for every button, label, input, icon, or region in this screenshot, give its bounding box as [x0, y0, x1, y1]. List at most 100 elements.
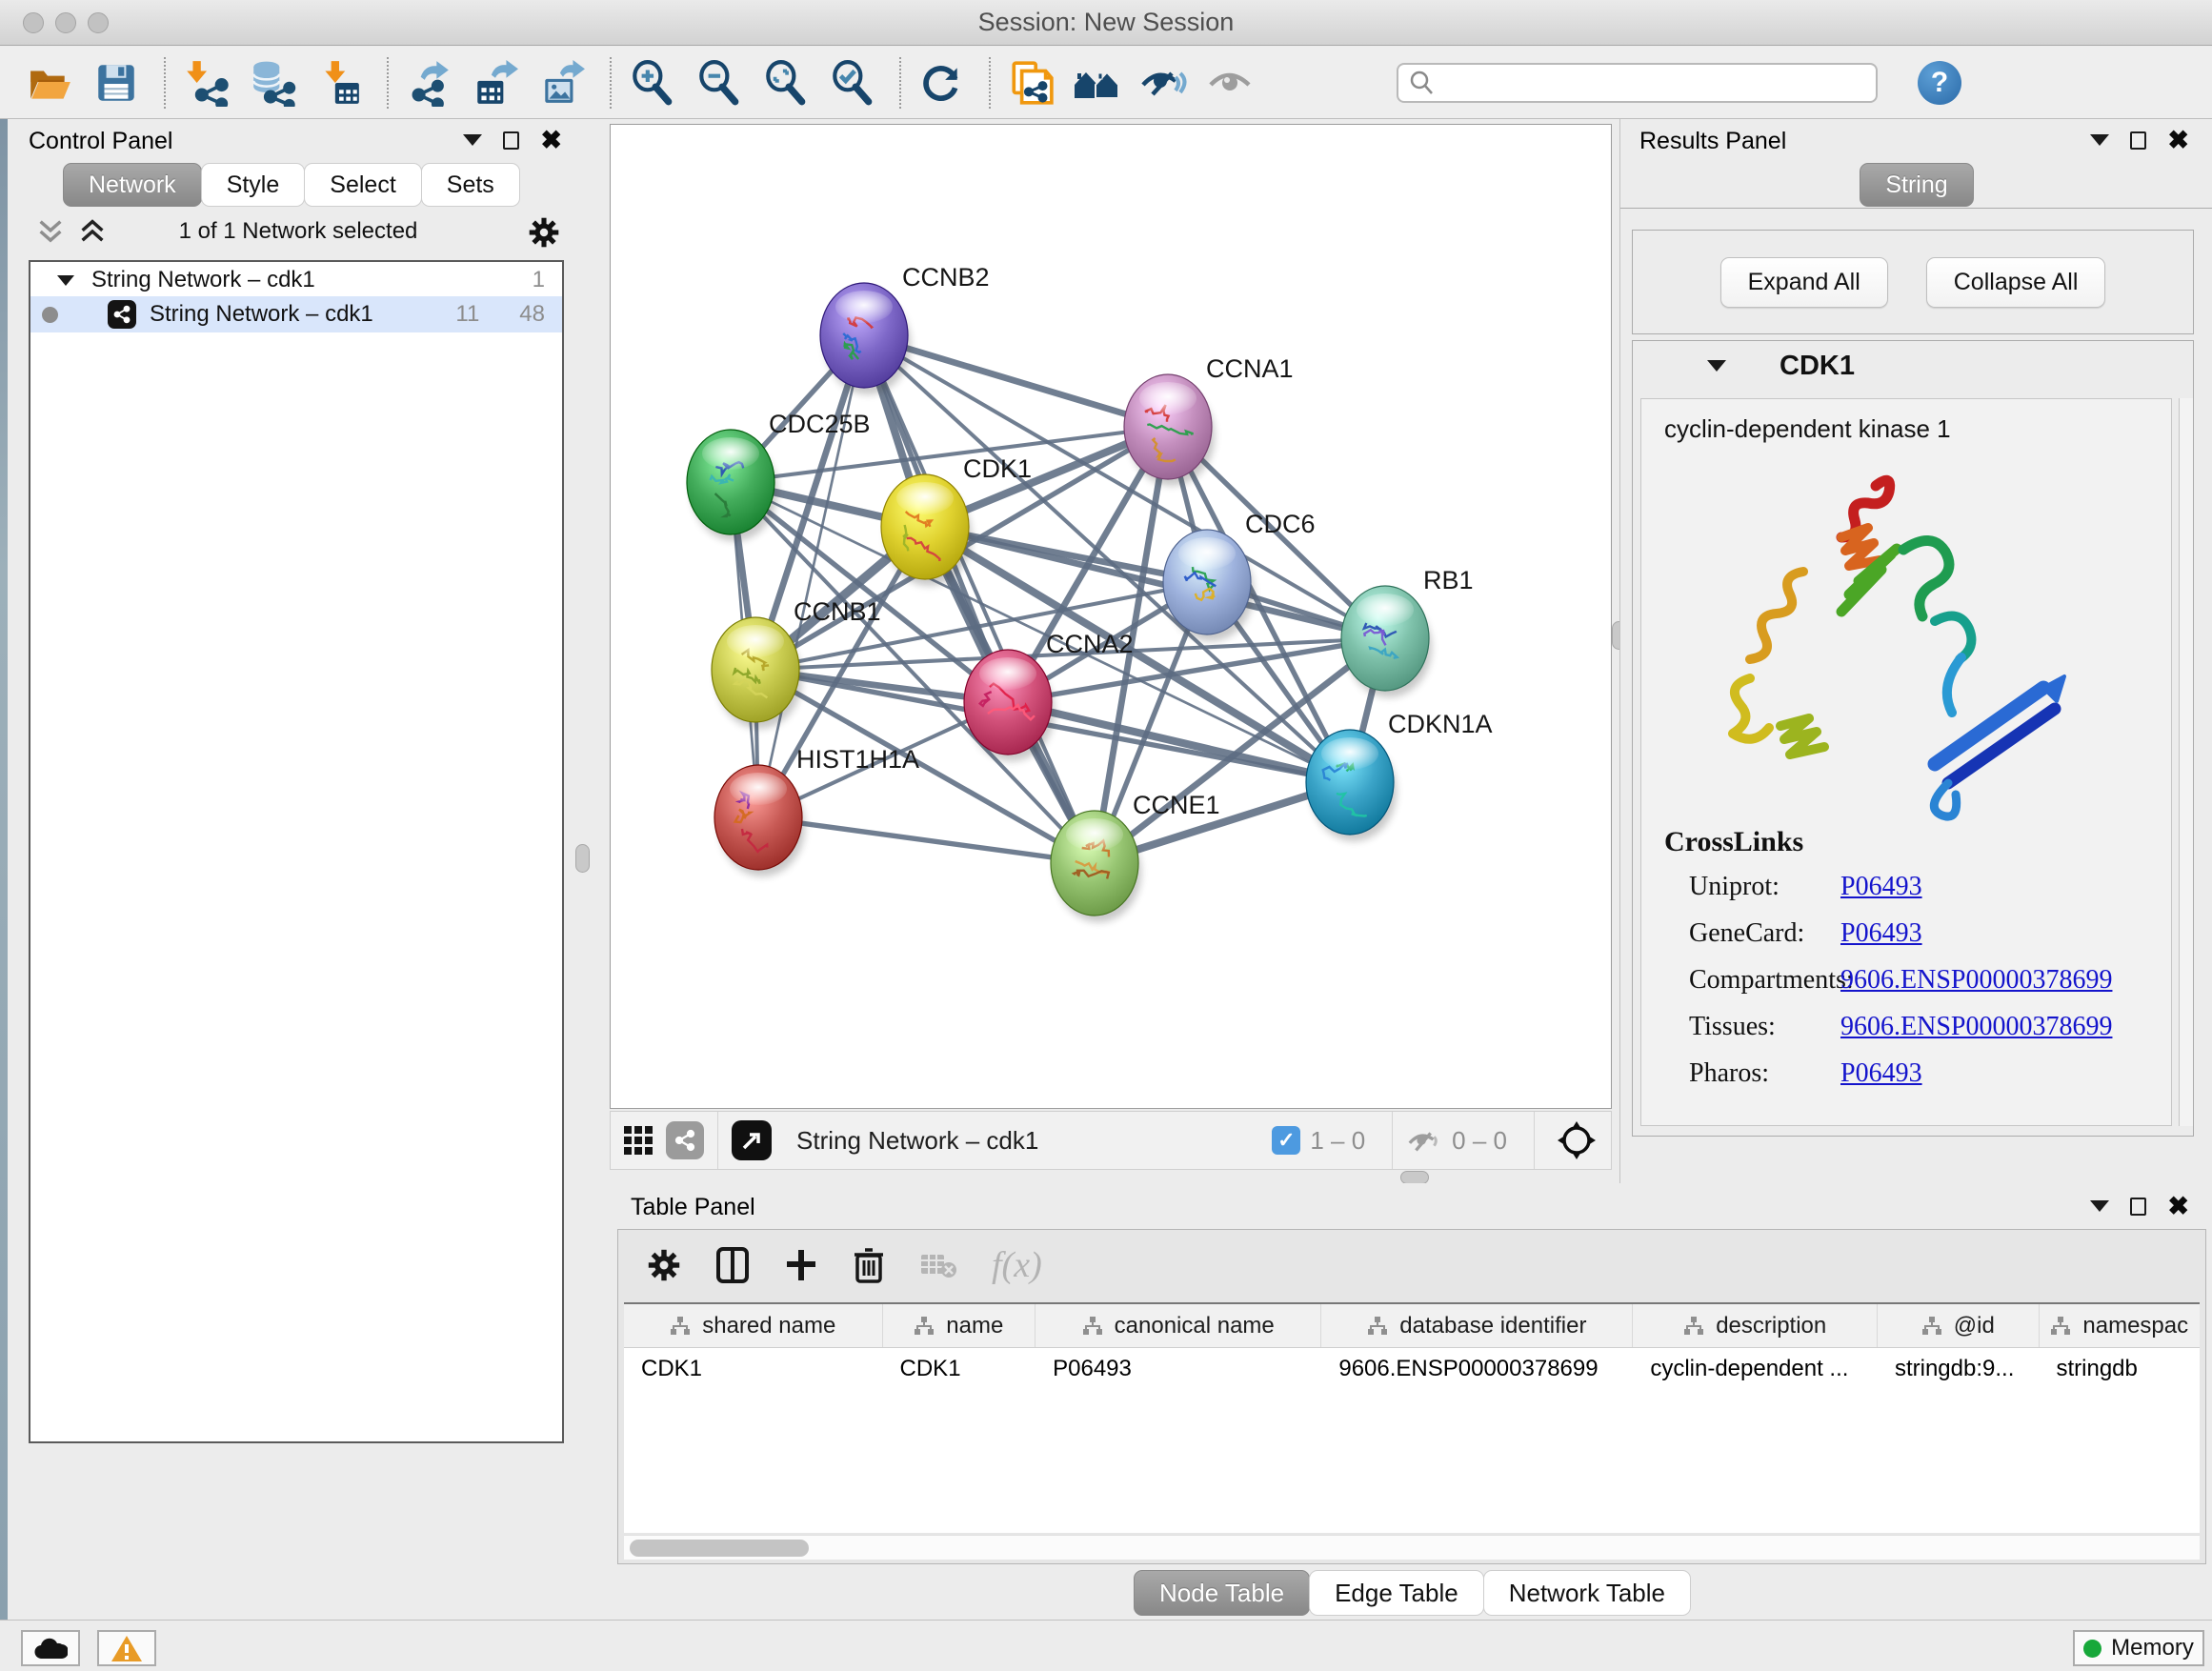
- collection-count: 1: [533, 267, 545, 293]
- birdseye-navigator-icon[interactable]: [1556, 1119, 1598, 1161]
- float-panel-icon[interactable]: [503, 131, 519, 150]
- help-button[interactable]: ?: [1918, 61, 1961, 105]
- network-canvas[interactable]: CCNB2CCNA1CDC25BCDK1CDC6RB1CCNB1CCNA2CDK…: [610, 124, 1612, 1109]
- crosslink-link[interactable]: 9606.ENSP00000378699: [1840, 1012, 2112, 1042]
- tab-node-table[interactable]: Node Table: [1134, 1570, 1310, 1616]
- window-title: Session: New Session: [0, 0, 2212, 44]
- panel-menu-icon[interactable]: [463, 134, 482, 146]
- grid-view-icon[interactable]: [624, 1126, 653, 1155]
- protein-description: cyclin-dependent kinase 1: [1641, 399, 2171, 444]
- close-panel-icon[interactable]: ✖: [2167, 131, 2189, 150]
- show-all-button[interactable]: [1206, 58, 1256, 108]
- clone-network-button[interactable]: [1006, 58, 1056, 108]
- protein-section-header[interactable]: CDK1: [1633, 341, 2193, 391]
- zoom-out-button[interactable]: [694, 58, 743, 108]
- close-panel-icon[interactable]: ✖: [540, 131, 562, 150]
- crosslink-label: Uniprot:: [1664, 872, 1840, 902]
- import-network-button[interactable]: [181, 58, 231, 108]
- tab-sets[interactable]: Sets: [421, 163, 520, 207]
- section-expander-icon[interactable]: [1707, 360, 1726, 372]
- table-panel: Table Panel ✖ f(x) shared name name cano…: [589, 1183, 2212, 1620]
- column-header[interactable]: @id: [1878, 1304, 2039, 1347]
- open-session-button[interactable]: [25, 58, 74, 108]
- memory-status-dot: [2083, 1640, 2101, 1658]
- tab-string[interactable]: String: [1860, 163, 1973, 207]
- zoom-in-button[interactable]: [627, 58, 676, 108]
- close-panel-icon[interactable]: ✖: [2167, 1197, 2189, 1216]
- cloud-icon: [33, 1636, 68, 1661]
- table-row[interactable]: CDK1 CDK1 P06493 9606.ENSP00000378699 cy…: [624, 1348, 2200, 1390]
- refresh-view-button[interactable]: [916, 58, 966, 108]
- export-image-button[interactable]: [537, 58, 587, 108]
- export-network-button[interactable]: [404, 58, 453, 108]
- zoom-selected-icon: [828, 59, 875, 107]
- network-overview-icon[interactable]: [666, 1121, 704, 1159]
- panel-menu-icon[interactable]: [2090, 1200, 2109, 1212]
- export-network-icon: [405, 59, 452, 107]
- save-floppy-icon: [92, 59, 140, 107]
- tab-network-table[interactable]: Network Table: [1483, 1570, 1691, 1616]
- search-input[interactable]: [1437, 70, 1846, 96]
- column-header[interactable]: name: [883, 1304, 1036, 1347]
- panel-menu-icon[interactable]: [2090, 134, 2109, 146]
- control-panel-title: Control Panel: [29, 121, 172, 161]
- edge-count: 48: [519, 301, 545, 328]
- horizontal-splitter-handle[interactable]: [1400, 1171, 1429, 1184]
- tab-select[interactable]: Select: [304, 163, 421, 207]
- warnings-button[interactable]: [97, 1630, 156, 1666]
- scrollbar-thumb[interactable]: [630, 1540, 809, 1557]
- delete-column-trash-icon[interactable]: [853, 1246, 885, 1284]
- hide-selected-button[interactable]: [1139, 58, 1189, 108]
- column-header[interactable]: database identifier: [1321, 1304, 1633, 1347]
- vertical-splitter-handle[interactable]: [575, 844, 590, 873]
- toolbar-separator: [387, 57, 389, 109]
- zoom-fit-button[interactable]: [760, 58, 810, 108]
- eye-slash-icon: [1139, 59, 1189, 107]
- zoom-out-icon: [694, 59, 742, 107]
- background-window-sliver: [0, 119, 8, 1620]
- zoom-selected-button[interactable]: [827, 58, 876, 108]
- table-horizontal-scrollbar[interactable]: [624, 1535, 2200, 1560]
- table-options-gear-icon[interactable]: [647, 1248, 681, 1282]
- network-collection-row[interactable]: String Network – cdk1 1: [30, 262, 562, 296]
- tree-expander-icon[interactable]: [57, 275, 74, 286]
- collapse-all-button[interactable]: Collapse All: [1926, 257, 2106, 308]
- float-panel-icon[interactable]: [2130, 131, 2146, 150]
- crosslink-link[interactable]: P06493: [1840, 1058, 1922, 1089]
- export-table-button[interactable]: [471, 58, 520, 108]
- add-column-icon[interactable]: [784, 1246, 818, 1284]
- first-neighbors-button[interactable]: [1073, 58, 1122, 108]
- column-header[interactable]: namespac: [2040, 1304, 2200, 1347]
- close-window-button[interactable]: [23, 12, 44, 33]
- network-options-gear-icon[interactable]: [528, 216, 560, 249]
- memory-button[interactable]: Memory: [2073, 1630, 2204, 1666]
- import-table-button[interactable]: [314, 58, 364, 108]
- protein-node-CDC6: [1163, 530, 1251, 634]
- protein-node-CCNB2: [820, 283, 908, 388]
- column-header[interactable]: description: [1633, 1304, 1878, 1347]
- open-in-window-button[interactable]: [732, 1120, 772, 1160]
- tab-edge-table[interactable]: Edge Table: [1309, 1570, 1484, 1616]
- hidden-eye-icon[interactable]: [1406, 1124, 1442, 1157]
- search-field[interactable]: [1397, 63, 1878, 103]
- column-header[interactable]: shared name: [624, 1304, 883, 1347]
- tab-network[interactable]: Network: [63, 163, 202, 207]
- crosslink-link[interactable]: P06493: [1840, 918, 1922, 949]
- results-scrollbar[interactable]: [2179, 398, 2193, 1126]
- crosslink-link[interactable]: P06493: [1840, 872, 1922, 902]
- crosslink-link[interactable]: 9606.ENSP00000378699: [1840, 965, 2112, 996]
- tab-style[interactable]: Style: [201, 163, 306, 207]
- network-row-selected[interactable]: String Network – cdk1 11 48: [30, 296, 562, 332]
- column-header[interactable]: canonical name: [1036, 1304, 1321, 1347]
- show-columns-icon[interactable]: [715, 1246, 750, 1284]
- cloud-status-button[interactable]: [21, 1630, 80, 1666]
- minimize-window-button[interactable]: [55, 12, 76, 33]
- zoom-window-button[interactable]: [88, 12, 109, 33]
- import-network-from-database-button[interactable]: [248, 58, 297, 108]
- float-panel-icon[interactable]: [2130, 1198, 2146, 1216]
- protein-name: CDK1: [1780, 351, 1855, 382]
- expand-all-button[interactable]: Expand All: [1720, 257, 1888, 308]
- save-session-button[interactable]: [91, 58, 141, 108]
- string-network-graph[interactable]: CCNB2CCNA1CDC25BCDK1CDC6RB1CCNB1CCNA2CDK…: [611, 125, 1611, 1108]
- selected-nodes-checkbox[interactable]: ✓: [1272, 1126, 1300, 1155]
